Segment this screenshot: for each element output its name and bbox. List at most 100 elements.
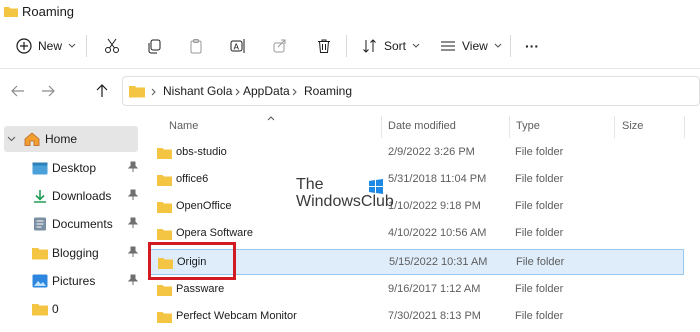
pin-icon[interactable]: [128, 161, 138, 173]
file-name: OpenOffice: [176, 200, 232, 212]
navigation-row: Nishant Gola AppData Roaming: [0, 68, 700, 114]
column-divider[interactable]: [614, 116, 615, 138]
folder-icon: [157, 202, 172, 213]
sidebar-item-label: Downloads: [52, 189, 112, 203]
folder-icon: [157, 285, 172, 296]
column-header-type[interactable]: Type: [516, 120, 540, 132]
breadcrumb-item[interactable]: Roaming: [304, 84, 352, 98]
file-row-office6[interactable]: office6 5/31/2018 11:04 PM File folder: [150, 167, 684, 193]
file-row-passware[interactable]: Passware 9/16/2017 1:12 AM File folder: [150, 277, 684, 303]
sort-button[interactable]: Sort: [362, 24, 420, 68]
download-icon: [34, 190, 46, 203]
arrow-right-icon: [42, 85, 55, 97]
file-date: 2/9/2022 3:26 PM: [388, 146, 475, 158]
address-bar[interactable]: Nishant Gola AppData Roaming: [122, 76, 700, 106]
chevron-right-icon: [151, 88, 156, 96]
rename-button[interactable]: A: [230, 24, 246, 68]
file-date: 1/10/2022 9:18 PM: [388, 200, 481, 212]
folder-icon: [32, 303, 48, 315]
new-button[interactable]: New: [16, 24, 76, 68]
sidebar-item-blogging[interactable]: Blogging: [32, 240, 138, 266]
sidebar-item-home[interactable]: Home: [4, 126, 138, 152]
file-date: 7/30/2021 8:13 PM: [388, 310, 481, 322]
cut-button[interactable]: [104, 24, 120, 68]
sort-icon: [363, 39, 376, 53]
file-type: File folder: [515, 173, 564, 185]
file-date: 4/10/2022 10:56 AM: [388, 227, 487, 239]
file-date: 5/31/2018 11:04 PM: [388, 173, 487, 185]
sidebar-item-desktop[interactable]: Desktop: [32, 155, 138, 181]
highlight-box: [148, 242, 236, 280]
window-title: Roaming: [22, 4, 75, 19]
pictures-icon: [32, 274, 48, 288]
sidebar-item-pictures[interactable]: Pictures: [32, 268, 138, 294]
chevron-down-icon: [494, 43, 502, 48]
chevron-right-icon: [292, 88, 297, 96]
command-bar: New A Sort View ···: [0, 24, 700, 69]
pin-icon[interactable]: [128, 274, 138, 286]
file-row-obs-studio[interactable]: obs-studio 2/9/2022 3:26 PM File folder: [150, 140, 684, 166]
copy-button[interactable]: [146, 24, 162, 68]
pin-icon[interactable]: [128, 217, 138, 229]
file-row-openoffice[interactable]: OpenOffice 1/10/2022 9:18 PM File folder: [150, 194, 684, 220]
document-icon: [34, 217, 46, 231]
file-type: File folder: [515, 283, 564, 295]
separator: [510, 35, 511, 57]
folder-icon: [157, 312, 172, 323]
column-header-size[interactable]: Size: [622, 120, 643, 132]
column-header-date[interactable]: Date modified: [388, 120, 456, 132]
pin-icon[interactable]: [128, 189, 138, 201]
sidebar-item-label: Documents: [52, 217, 113, 231]
folder-icon: [157, 175, 172, 186]
file-type: File folder: [515, 200, 564, 212]
chevron-down-icon: [68, 43, 76, 48]
separator: [346, 35, 347, 57]
view-label: View: [462, 39, 488, 53]
file-name: Opera Software: [176, 227, 254, 239]
folder-icon: [129, 86, 145, 98]
share-icon: [273, 39, 286, 53]
sidebar-item-label: Home: [45, 132, 78, 146]
back-button[interactable]: [8, 81, 28, 101]
forward-button[interactable]: [38, 81, 58, 101]
sidebar-item-downloads[interactable]: Downloads: [32, 183, 138, 209]
separator: [86, 35, 87, 57]
view-button[interactable]: View: [440, 24, 502, 68]
folder-icon: [157, 148, 172, 159]
folder-icon: [32, 247, 48, 259]
up-button[interactable]: [92, 81, 112, 101]
column-divider[interactable]: [684, 116, 685, 138]
sidebar-item-documents[interactable]: Documents: [32, 211, 138, 237]
folder-icon: [157, 229, 172, 240]
breadcrumb-item[interactable]: AppData: [243, 84, 290, 98]
svg-text:A: A: [234, 43, 240, 52]
paste-button[interactable]: [188, 24, 204, 68]
windows-logo-icon: [369, 179, 383, 194]
title-bar: Roaming: [0, 0, 700, 24]
file-row-perfect-webcam-monitor[interactable]: Perfect Webcam Monitor 7/30/2021 8:13 PM…: [150, 304, 684, 330]
delete-button[interactable]: [316, 24, 332, 68]
sidebar: Home Desktop Downloads Documents Bloggin…: [0, 114, 140, 332]
breadcrumb-item[interactable]: Nishant Gola: [163, 84, 232, 98]
column-divider[interactable]: [381, 116, 382, 138]
sidebar-item-0[interactable]: 0: [32, 296, 138, 322]
column-divider[interactable]: [509, 116, 510, 138]
rename-icon: A: [230, 39, 245, 53]
home-icon: [24, 132, 40, 146]
file-type: File folder: [515, 227, 564, 239]
chevron-down-icon: [412, 43, 420, 48]
sidebar-item-label: Pictures: [52, 274, 96, 288]
more-options-button[interactable]: ···: [525, 24, 539, 68]
share-button[interactable]: [272, 24, 288, 68]
file-name: Perfect Webcam Monitor: [176, 310, 297, 322]
file-name: obs-studio: [176, 146, 227, 158]
file-date: 9/16/2017 1:12 AM: [388, 283, 481, 295]
plus-circle-icon: [16, 38, 32, 54]
column-header-name[interactable]: Name: [169, 120, 198, 132]
sidebar-item-label: Desktop: [52, 161, 97, 175]
paste-icon: [190, 39, 202, 54]
file-name: Passware: [176, 283, 225, 295]
trash-icon: [318, 39, 330, 53]
pin-icon[interactable]: [128, 246, 138, 258]
new-label: New: [38, 39, 63, 53]
